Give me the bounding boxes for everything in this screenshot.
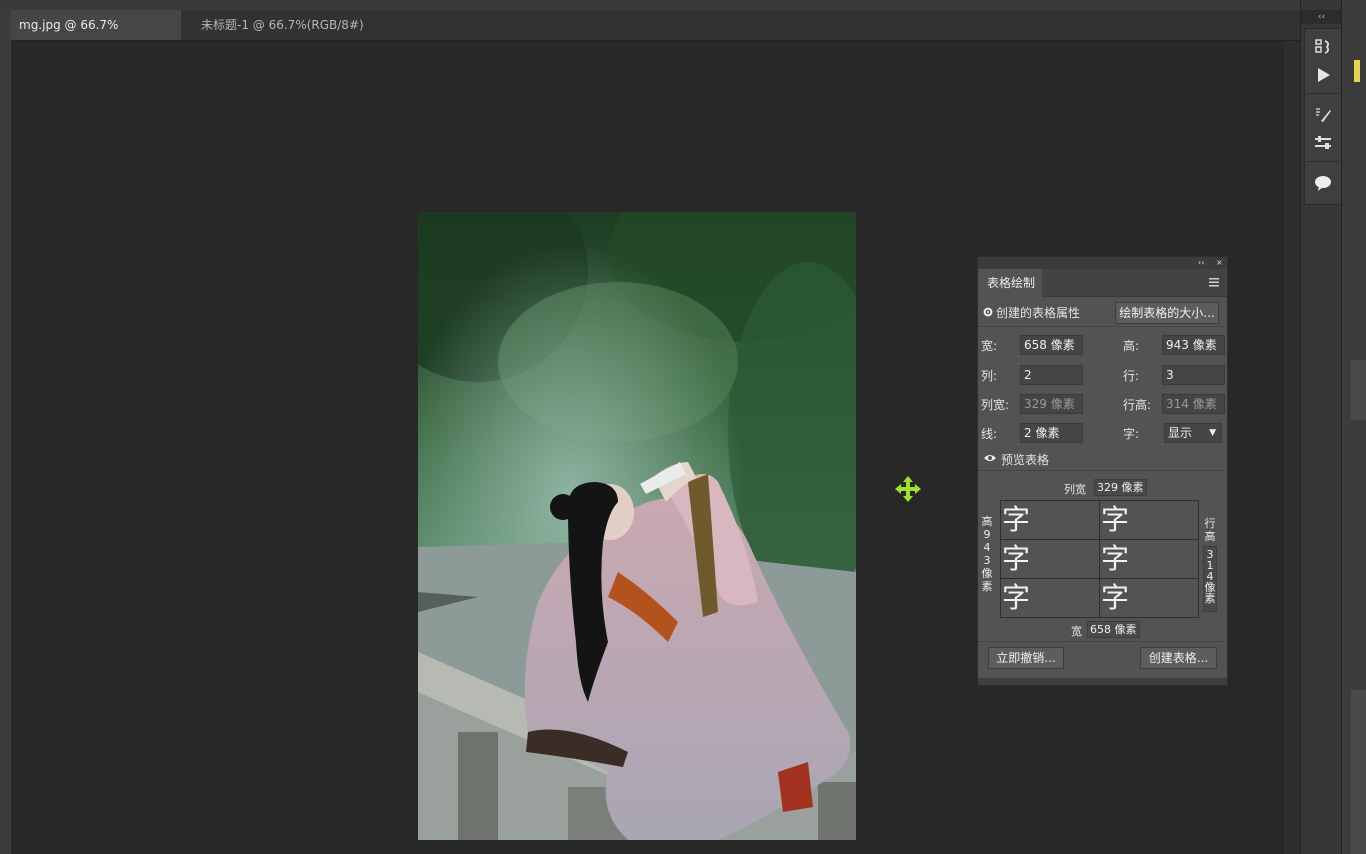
color-swatch-edge: [1354, 60, 1360, 82]
grid-line: [1001, 539, 1198, 540]
char-label: 字:: [1123, 427, 1140, 441]
divider: [978, 641, 1227, 642]
char-display-value: 显示: [1168, 426, 1193, 440]
colwidth-input: 329 像素: [1020, 394, 1083, 414]
comment-icon[interactable]: [1313, 173, 1333, 193]
gear-icon: [983, 307, 993, 317]
panel-edge: [1351, 360, 1366, 420]
width-input[interactable]: 658 像素: [1020, 335, 1083, 355]
grid-line: [1001, 578, 1198, 579]
panel-footer: [978, 678, 1227, 685]
divider: [978, 470, 1227, 471]
preview-label: 预览表格: [1001, 453, 1050, 467]
create-table-button[interactable]: 创建表格...: [1140, 647, 1217, 669]
document-tab-untitled[interactable]: 未标题-1 @ 66.7%(RGB/8#) *×: [193, 10, 383, 62]
preview-left-label: 高 9 4 3 像 素: [981, 515, 993, 593]
options-bar: [0, 0, 1300, 10]
line-label: 线:: [981, 427, 998, 441]
rows-input[interactable]: 3: [1162, 365, 1225, 385]
eye-icon[interactable]: [983, 453, 997, 463]
tab-table-draw[interactable]: 表格绘制: [978, 269, 1042, 297]
preview-cell: 字: [1101, 503, 1130, 536]
preview-right-label: 行 高: [1204, 517, 1216, 543]
document-photo[interactable]: [418, 212, 856, 840]
char-display-select[interactable]: 显示 ▼: [1164, 423, 1222, 443]
line-width-input[interactable]: 2 像素: [1020, 423, 1083, 443]
cols-input[interactable]: 2: [1020, 365, 1083, 385]
divider: [1307, 161, 1339, 162]
section-props-label: 创建的表格属性: [996, 306, 1081, 320]
preview-cell: 字: [1002, 542, 1031, 575]
tools-strip: [0, 10, 11, 854]
rowheight-label: 行高:: [1123, 398, 1152, 412]
dock-icon-column: [1304, 28, 1342, 205]
rows-label: 行:: [1123, 369, 1140, 383]
panel-tab-row: 表格绘制: [978, 269, 1227, 297]
preview-cell: 字: [1002, 503, 1031, 536]
divider: [978, 326, 1227, 327]
history-icon[interactable]: [1313, 37, 1333, 57]
preview-colwidth-label: 列宽: [1064, 483, 1086, 496]
cols-label: 列:: [981, 369, 998, 383]
panel-header: ‹‹ ×: [978, 257, 1227, 269]
table-draw-panel: ‹‹ × 表格绘制 创建的表格属性 绘制表格的大小... 宽: 658 像素 高…: [977, 256, 1228, 686]
preview-cell: 字: [1101, 581, 1130, 614]
undo-button[interactable]: 立即撤销...: [988, 647, 1064, 669]
move-cursor-icon: [895, 476, 921, 502]
preview-width-label: 宽: [1071, 625, 1082, 638]
width-label: 宽:: [981, 339, 998, 353]
rowheight-input: 314 像素: [1162, 394, 1225, 414]
right-dock-secondary: [1341, 0, 1366, 854]
panel-collapse-button[interactable]: ‹‹: [1198, 257, 1204, 269]
right-dock: ‹‹: [1300, 0, 1342, 854]
height-label: 高:: [1123, 339, 1140, 353]
preview-cell: 字: [1002, 581, 1031, 614]
dock-collapse-button[interactable]: ‹‹: [1301, 10, 1342, 24]
chevron-down-icon: ▼: [1209, 428, 1216, 438]
vertical-scrollbar[interactable]: [1284, 41, 1300, 854]
colwidth-label: 列宽:: [981, 398, 1010, 412]
document-tab-mg[interactable]: mg.jpg @ 66.7%(RGB/8#) *×: [11, 10, 181, 62]
divider: [1307, 93, 1339, 94]
grid-line: [1099, 501, 1100, 617]
preview-rowheight-value: 3 1 4 像 素: [1203, 546, 1217, 612]
preview-table-grid: 字 字 字 字 字 字: [1000, 500, 1199, 618]
panel-menu-icon[interactable]: [1209, 278, 1219, 287]
preview-colwidth-value: 329 像素: [1094, 479, 1147, 496]
adjustments-icon[interactable]: [1313, 133, 1333, 153]
preview-cell: 字: [1101, 542, 1130, 575]
draw-size-button[interactable]: 绘制表格的大小...: [1115, 302, 1219, 324]
preview-width-value: 658 像素: [1087, 621, 1140, 638]
document-tab-bar: mg.jpg @ 66.7%(RGB/8#) *× 未标题-1 @ 66.7%(…: [11, 10, 1300, 62]
brush-settings-icon[interactable]: [1313, 105, 1333, 125]
panel-edge: [1351, 690, 1366, 854]
height-input[interactable]: 943 像素: [1162, 335, 1225, 355]
panel-close-button[interactable]: ×: [1216, 257, 1223, 269]
play-action-icon[interactable]: [1313, 65, 1333, 85]
